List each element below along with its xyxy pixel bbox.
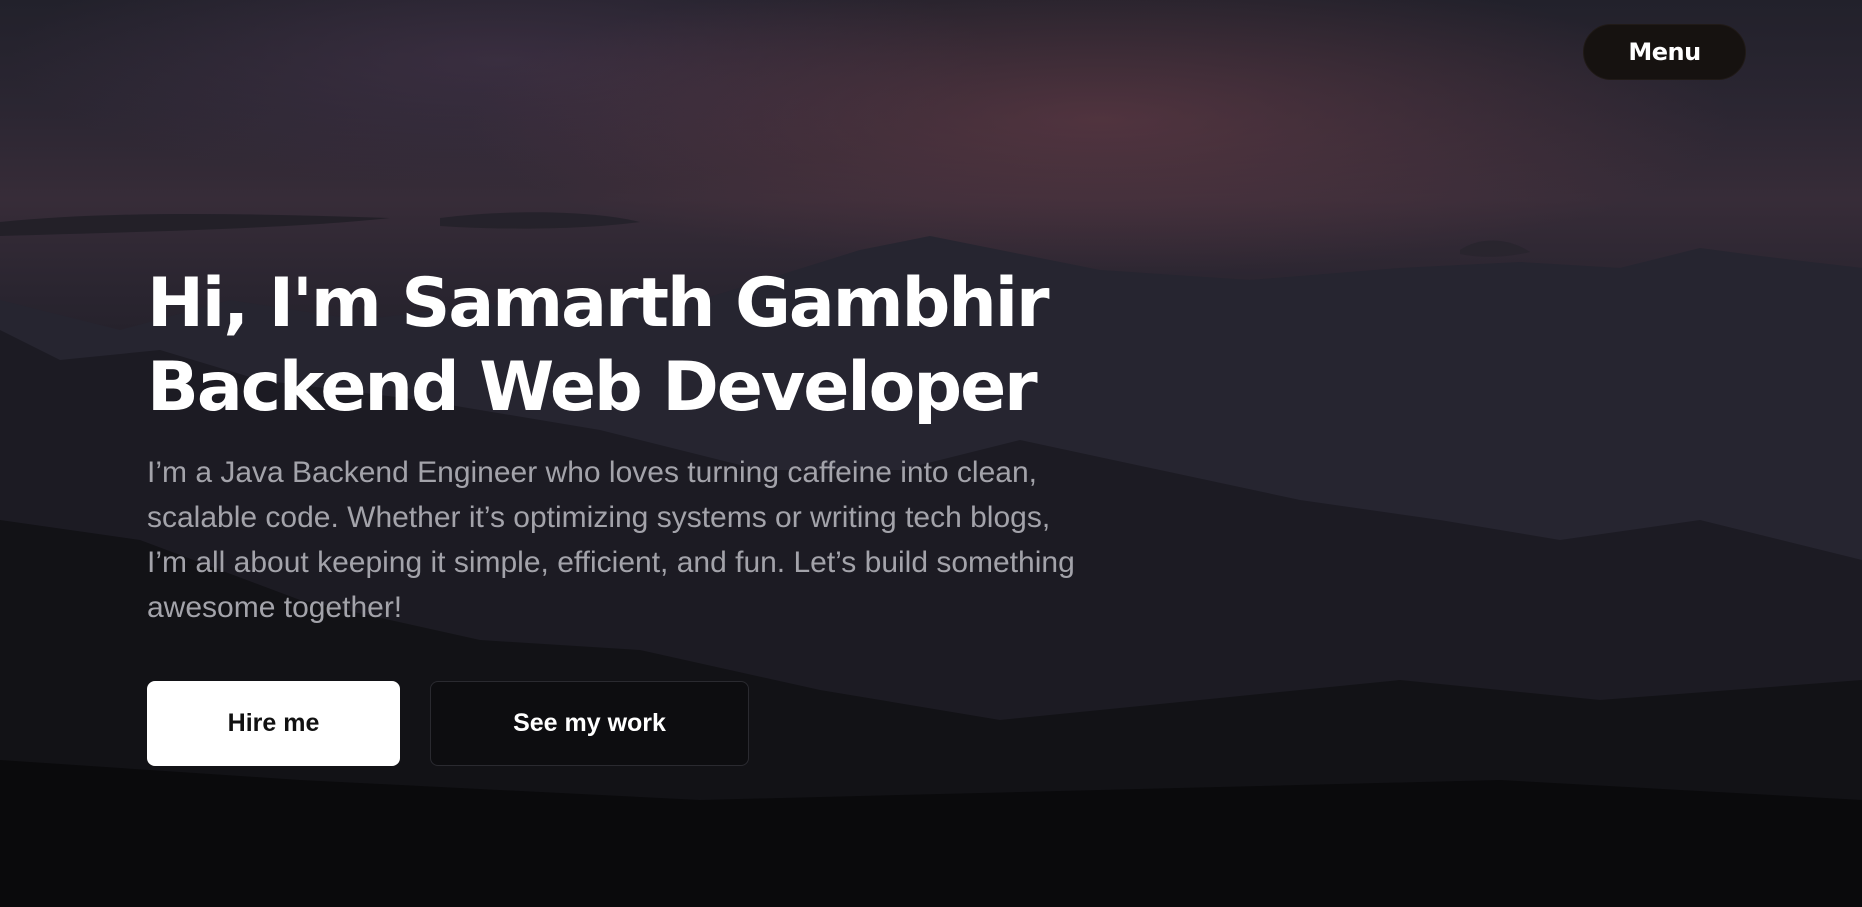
hire-me-button[interactable]: Hire me [147, 681, 400, 766]
hero-bio: I’m a Java Backend Engineer who loves tu… [147, 456, 1075, 624]
headline-role: Backend Web Developer [147, 348, 1038, 427]
headline-greeting: Hi, I'm Samarth Gambhir [147, 264, 1050, 343]
hero-headline: Hi, I'm Samarth Gambhir Backend Web Deve… [147, 262, 1107, 430]
hero-content: Hi, I'm Samarth Gambhir Backend Web Deve… [147, 262, 1107, 630]
hero-section: Menu Hi, I'm Samarth Gambhir Backend Web… [0, 0, 1862, 907]
menu-button[interactable]: Menu [1583, 24, 1746, 80]
hero-actions: Hire me See my work [147, 681, 749, 766]
see-my-work-button[interactable]: See my work [430, 681, 749, 766]
